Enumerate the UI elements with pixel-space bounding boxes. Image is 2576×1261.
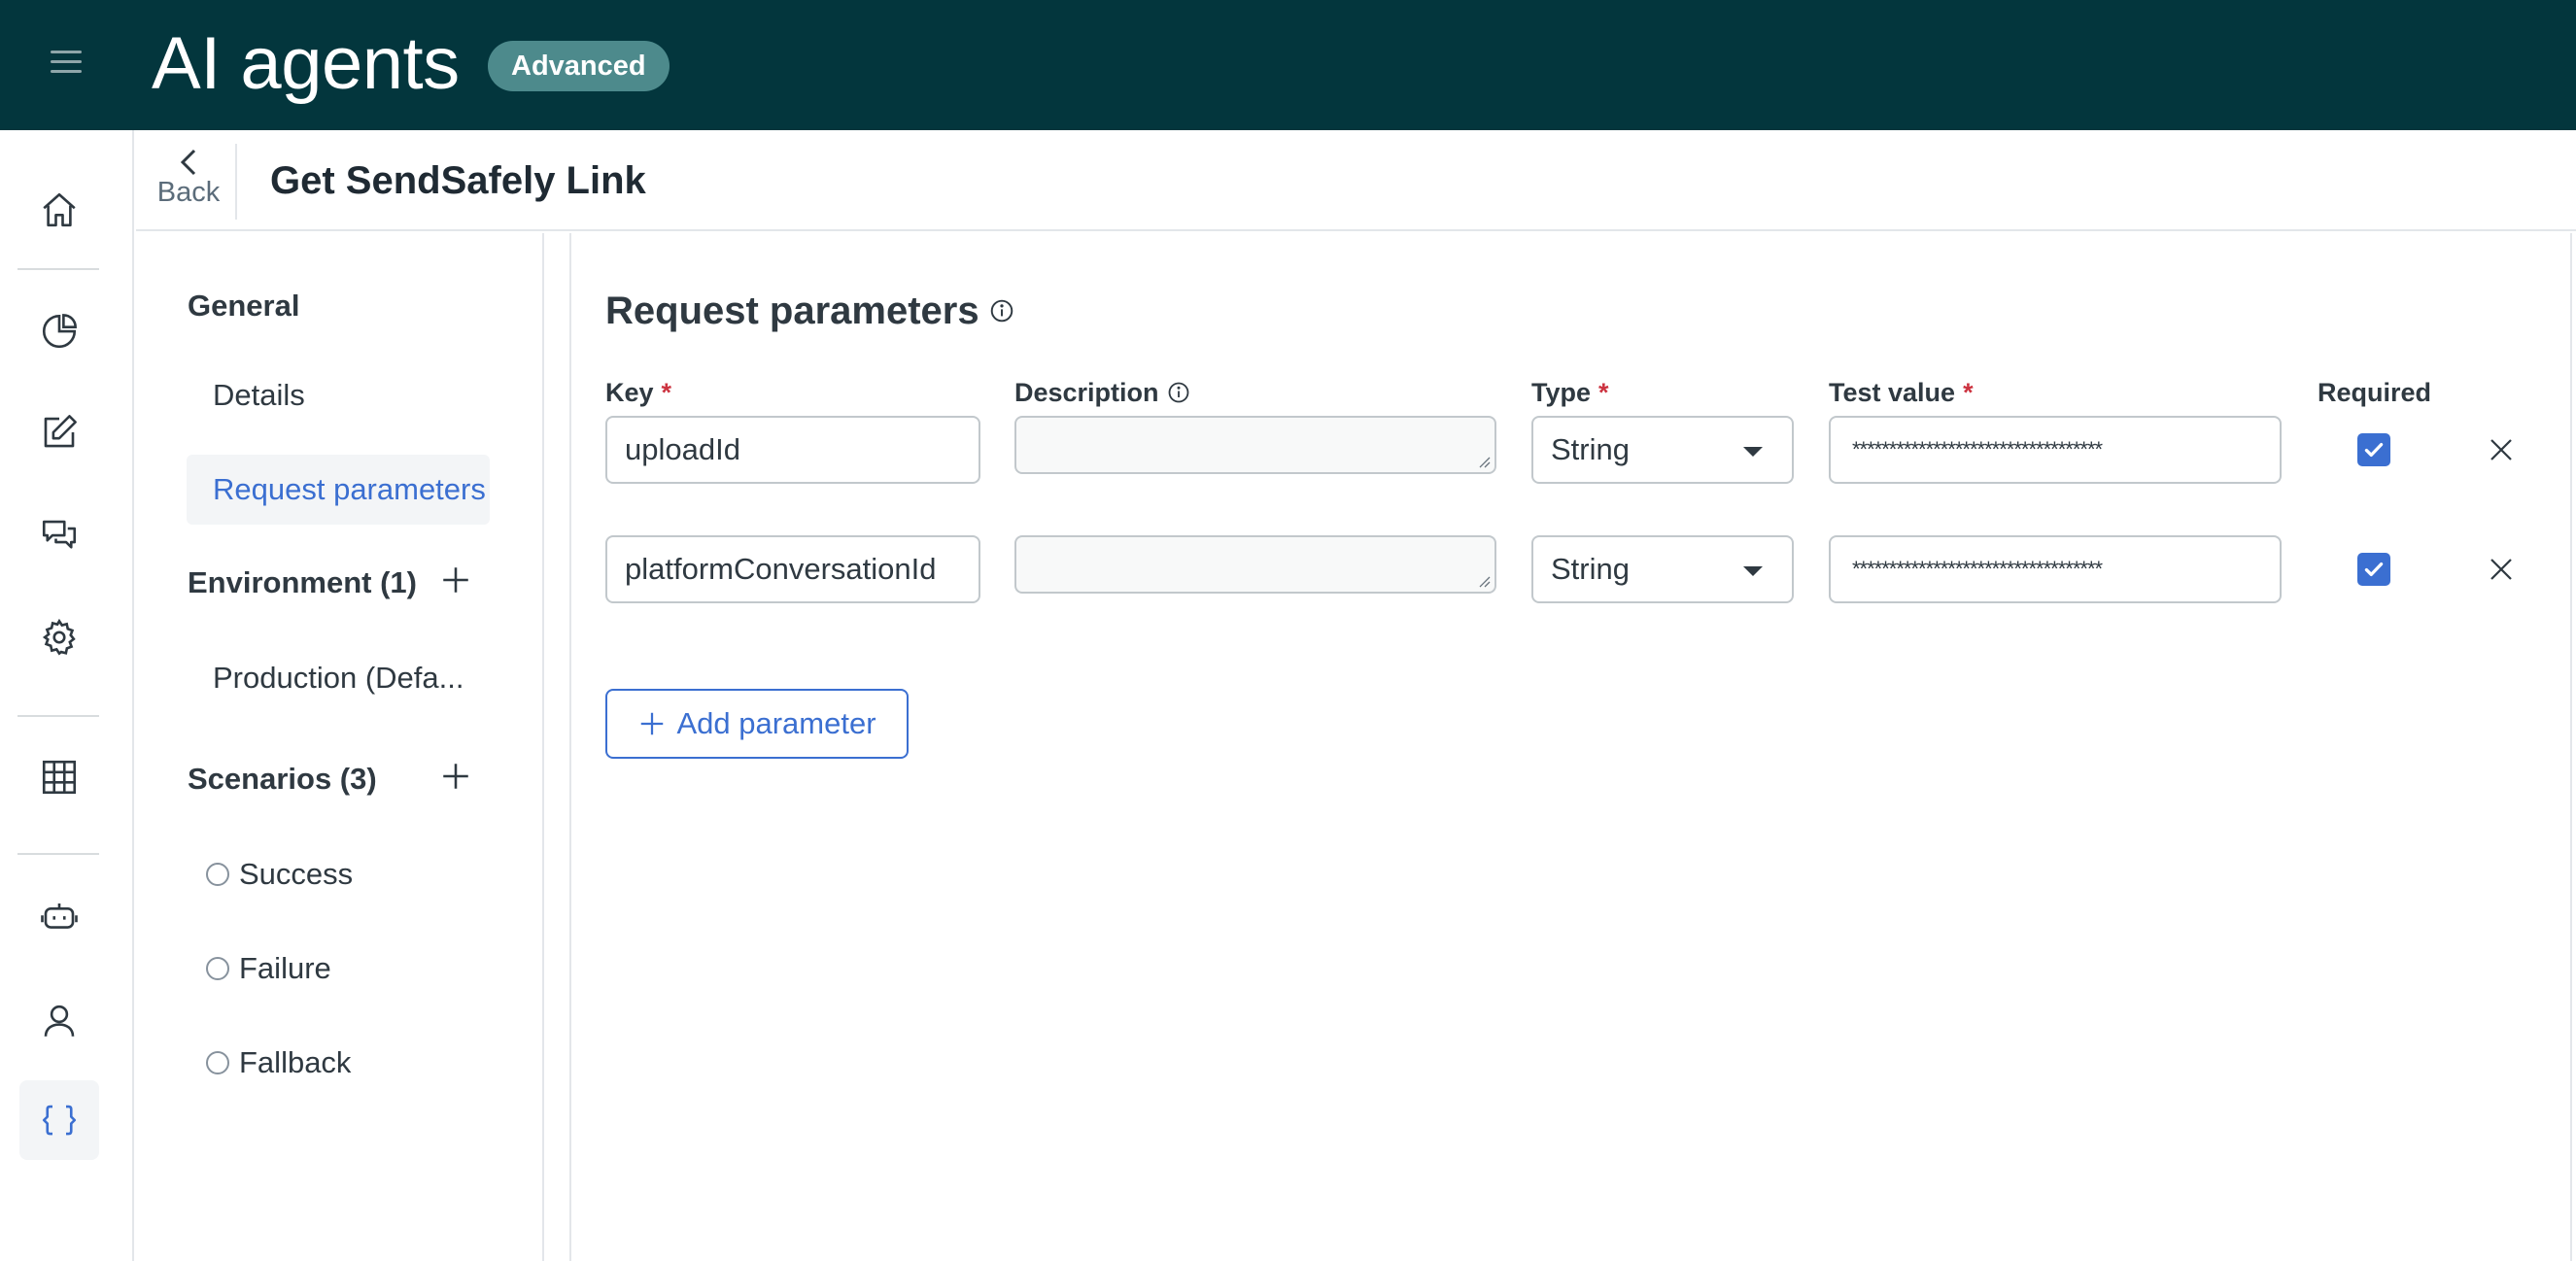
nav-heading-scenarios: Scenarios (3) [188, 762, 377, 796]
header-divider [235, 144, 237, 220]
column-required: Required [2318, 377, 2431, 408]
description-textarea[interactable] [1014, 416, 1496, 474]
section-title-text: Request parameters [605, 290, 979, 332]
type-select[interactable]: String [1531, 416, 1794, 484]
type-select[interactable]: String [1531, 535, 1794, 603]
back-button[interactable]: Back [150, 142, 227, 225]
caret-down-icon [1743, 566, 1763, 576]
description-textarea[interactable] [1014, 535, 1496, 594]
table-icon[interactable] [19, 737, 99, 817]
test-value-input[interactable]: ********************************** [1829, 416, 2282, 484]
plus-icon [641, 712, 664, 735]
scenario-item-failure[interactable]: Failure [206, 949, 331, 988]
content-border [2570, 233, 2572, 1261]
radio-icon [206, 1051, 229, 1074]
scenario-label: Success [239, 857, 354, 891]
test-value-input[interactable]: ********************************** [1829, 535, 2282, 603]
home-icon[interactable] [19, 170, 99, 250]
remove-parameter-button[interactable] [2482, 550, 2521, 589]
scenario-label: Failure [239, 951, 331, 985]
type-select-value: String [1551, 432, 1630, 466]
left-rail [0, 130, 134, 1261]
page-title: Get SendSafely Link [270, 159, 646, 202]
add-parameter-button[interactable]: Add parameter [605, 689, 909, 759]
gear-icon[interactable] [19, 597, 99, 677]
conversations-icon[interactable] [19, 495, 99, 575]
hamburger-menu-icon[interactable] [51, 51, 82, 74]
nav-heading-general: General [188, 289, 300, 323]
rail-divider [17, 715, 99, 717]
checkmark-icon [2364, 442, 2384, 458]
close-icon [2490, 439, 2512, 460]
column-key-label: Key [605, 378, 654, 407]
resize-grip-icon[interactable] [1477, 455, 1491, 468]
plan-badge: Advanced [488, 41, 670, 91]
info-icon[interactable] [1167, 381, 1190, 404]
checkmark-icon [2364, 562, 2384, 577]
edit-icon[interactable] [19, 392, 99, 472]
column-key: Key * [605, 377, 671, 408]
page-header: Back Get SendSafely Link [136, 130, 2576, 231]
pie-chart-icon[interactable] [19, 291, 99, 371]
key-input[interactable]: uploadId [605, 416, 980, 484]
nav-heading-environment: Environment (1) [188, 565, 417, 599]
nav-item-details[interactable]: Details [213, 376, 305, 415]
content-border [569, 233, 571, 1261]
section-title: Request parameters [605, 288, 1014, 334]
resize-grip-icon[interactable] [1477, 574, 1491, 588]
column-type-label: Type [1531, 378, 1592, 407]
chevron-left-icon [180, 149, 196, 176]
scenario-label: Fallback [239, 1045, 352, 1079]
code-braces-icon[interactable] [19, 1080, 99, 1160]
required-marker: * [1963, 378, 1974, 407]
column-type: Type * [1531, 377, 1609, 408]
radio-icon [206, 863, 229, 886]
required-marker: * [661, 378, 672, 407]
add-parameter-label: Add parameter [676, 706, 876, 740]
caret-down-icon [1743, 447, 1763, 457]
column-test-value-label: Test value [1829, 378, 1956, 407]
column-test-value: Test value * [1829, 377, 1974, 408]
add-scenario-icon[interactable] [439, 760, 472, 793]
secondary-nav: General Details Request parameters Envir… [136, 233, 544, 1261]
bot-icon[interactable] [19, 877, 99, 957]
app-title: AI agents [152, 22, 460, 105]
radio-icon [206, 957, 229, 980]
column-required-label: Required [2318, 378, 2432, 407]
nav-item-environment[interactable]: Production (Defa... [213, 659, 464, 698]
scenario-item-success[interactable]: Success [206, 855, 353, 894]
top-header: AI agents Advanced [0, 0, 2576, 130]
scenario-item-fallback[interactable]: Fallback [206, 1043, 351, 1082]
rail-divider [17, 853, 99, 855]
rail-divider [17, 268, 99, 270]
info-icon[interactable] [989, 298, 1014, 324]
column-description-label: Description [1014, 378, 1159, 407]
close-icon [2490, 559, 2512, 580]
column-description: Description [1014, 377, 1190, 408]
remove-parameter-button[interactable] [2482, 430, 2521, 469]
person-icon[interactable] [19, 981, 99, 1061]
key-input[interactable]: platformConversationId [605, 535, 980, 603]
add-environment-icon[interactable] [439, 563, 472, 596]
nav-item-request-parameters[interactable]: Request parameters [187, 455, 490, 525]
required-marker: * [1598, 378, 1609, 407]
back-label: Back [156, 177, 221, 208]
required-checkbox[interactable] [2357, 553, 2390, 586]
required-checkbox[interactable] [2357, 433, 2390, 466]
type-select-value: String [1551, 552, 1630, 586]
